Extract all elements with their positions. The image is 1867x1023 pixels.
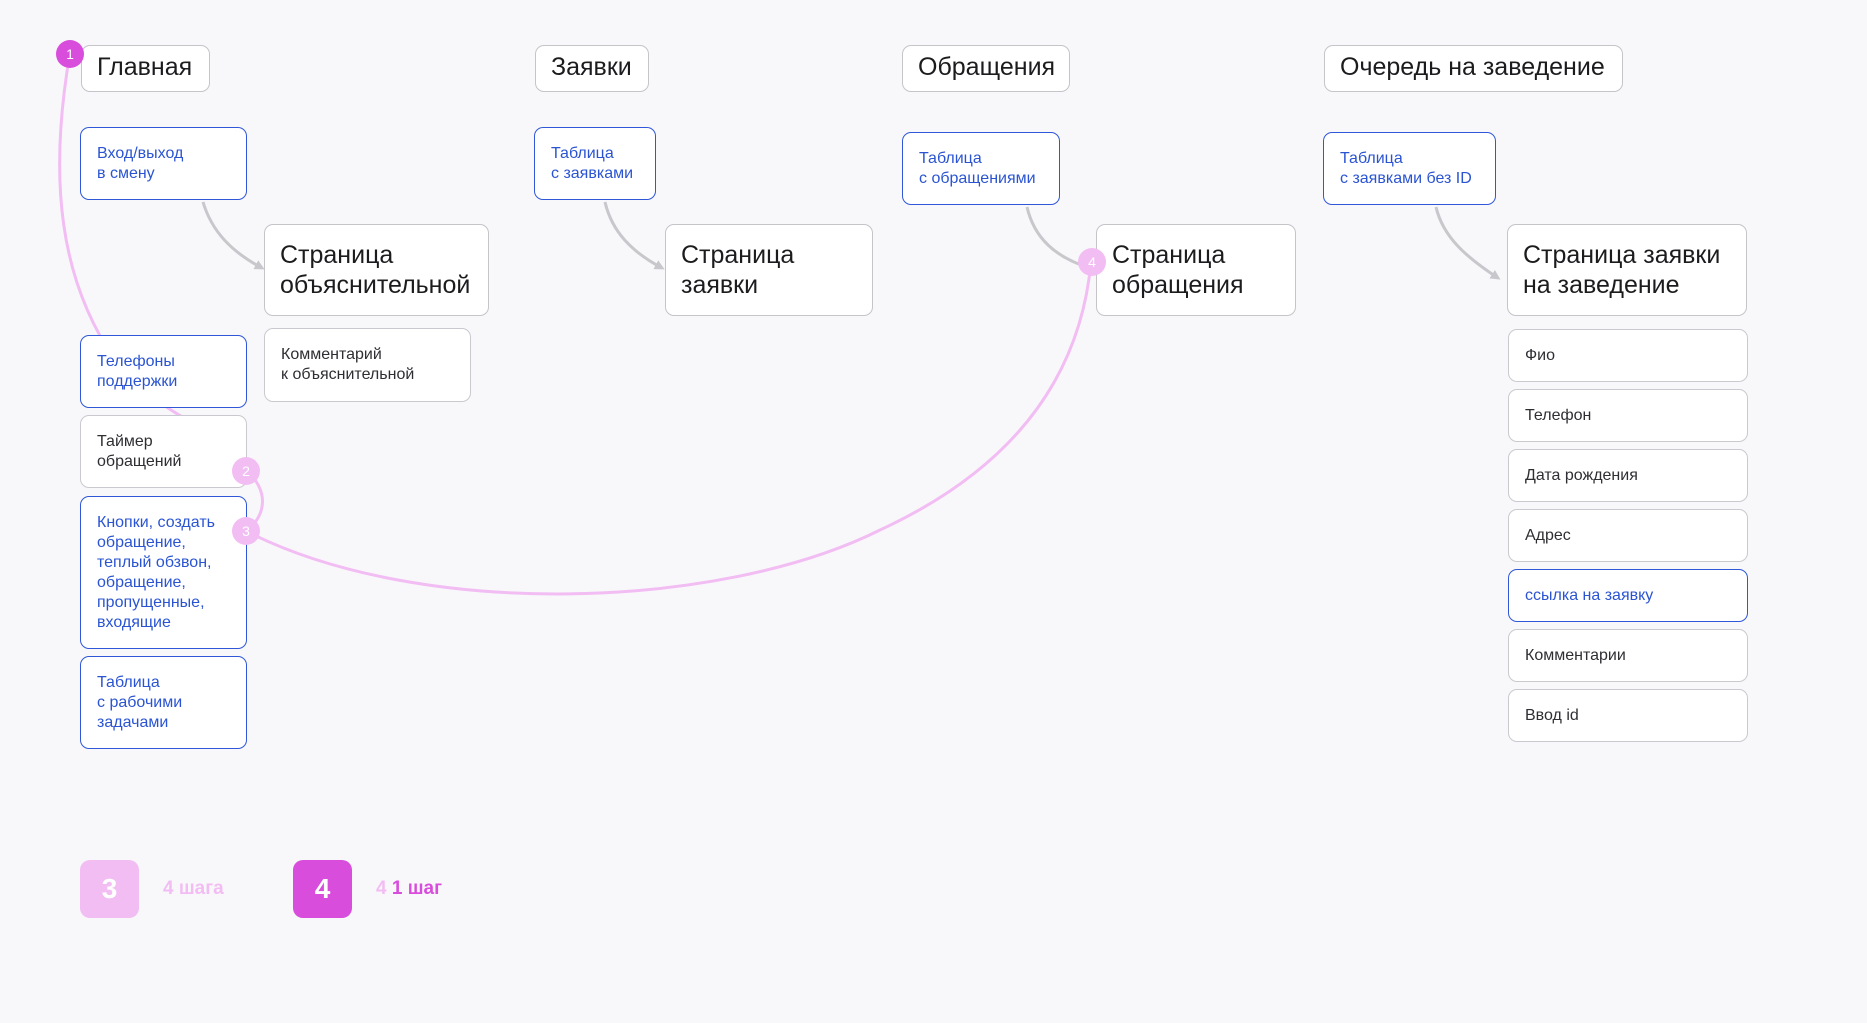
appeals-timer-item: Таймер обращений <box>80 415 247 488</box>
legend-prefix: 4 <box>376 878 387 899</box>
field-request-link[interactable]: ссылка на заявку <box>1508 569 1748 622</box>
header-appeals[interactable]: Обращения <box>902 45 1070 92</box>
explanation-comment-item: Комментарий к объяснительной <box>264 328 471 402</box>
step-badge-3: 3 <box>232 517 260 545</box>
route-path-step1-step2 <box>58 52 248 472</box>
arrow-requests-to-page <box>603 201 665 270</box>
field-phone: Телефон <box>1508 389 1748 442</box>
arrow-shift-to-explanation <box>201 201 265 270</box>
header-main[interactable]: Главная <box>81 45 210 92</box>
requests-without-id-table-item[interactable]: Таблица с заявками без ID <box>1323 132 1496 205</box>
legend-step-text: 1 шаг <box>391 878 443 899</box>
action-buttons-item[interactable]: Кнопки, создать обращение, теплый обзвон… <box>80 496 247 649</box>
header-queue[interactable]: Очередь на заведение <box>1324 45 1623 92</box>
legend-text-light: 4 шага <box>163 878 224 899</box>
step-badge-1: 1 <box>56 40 84 68</box>
field-birth-date: Дата рождения <box>1508 449 1748 502</box>
legend-badge-light: 3 <box>80 860 139 918</box>
requests-table-item[interactable]: Таблица с заявками <box>534 127 656 200</box>
field-address: Адрес <box>1508 509 1748 562</box>
legend-badge-strong: 4 <box>293 860 352 918</box>
field-fio: Фио <box>1508 329 1748 382</box>
support-phones-item[interactable]: Телефоны поддержки <box>80 335 247 408</box>
request-page-node[interactable]: Страница заявки <box>665 224 873 316</box>
onboarding-request-page-node[interactable]: Страница заявки на заведение <box>1507 224 1747 316</box>
work-tasks-table-item[interactable]: Таблица с рабочими задачами <box>80 656 247 749</box>
header-requests[interactable]: Заявки <box>535 45 649 92</box>
appeal-page-node[interactable]: Страница обращения <box>1096 224 1296 316</box>
step-badge-4: 4 <box>1078 248 1106 276</box>
field-comments: Комментарии <box>1508 629 1748 682</box>
appeals-table-item[interactable]: Таблица с обращениями <box>902 132 1060 205</box>
shift-login-logout-item[interactable]: Вход/выход в смену <box>80 127 247 200</box>
legend-text-strong: 4 1 шаг <box>376 878 442 900</box>
field-id-input: Ввод id <box>1508 689 1748 742</box>
explanation-page-node[interactable]: Страница объяснительной <box>264 224 489 316</box>
arrow-queue-to-page <box>1434 206 1501 280</box>
step-badge-2: 2 <box>232 457 260 485</box>
